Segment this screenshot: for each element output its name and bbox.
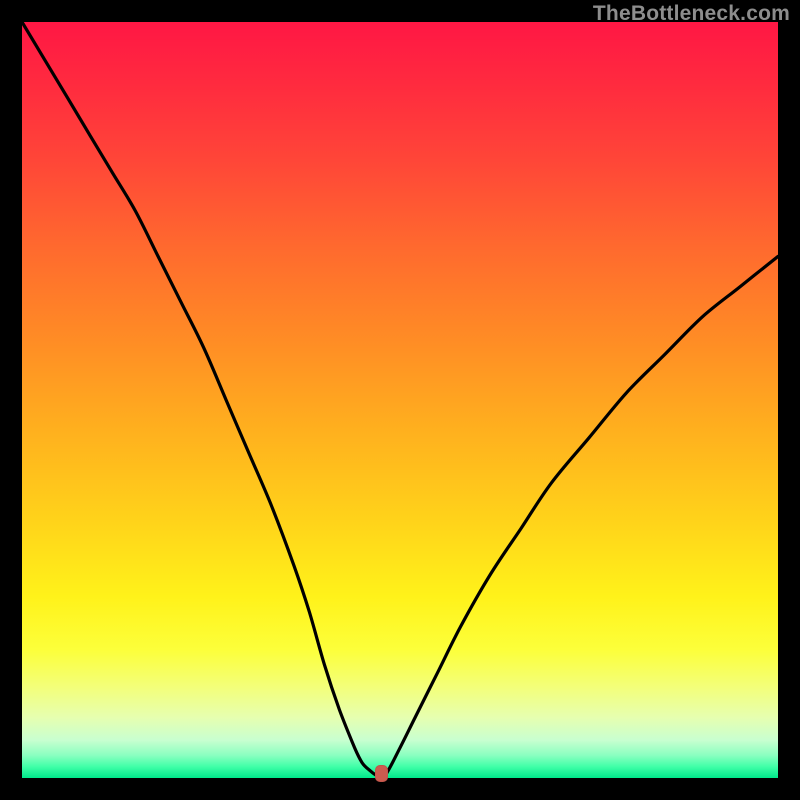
watermark-text: TheBottleneck.com (593, 2, 790, 26)
plot-area (22, 22, 778, 778)
optimal-point-marker (375, 765, 388, 782)
bottleneck-curve (22, 22, 778, 778)
chart-frame: TheBottleneck.com (0, 0, 800, 800)
